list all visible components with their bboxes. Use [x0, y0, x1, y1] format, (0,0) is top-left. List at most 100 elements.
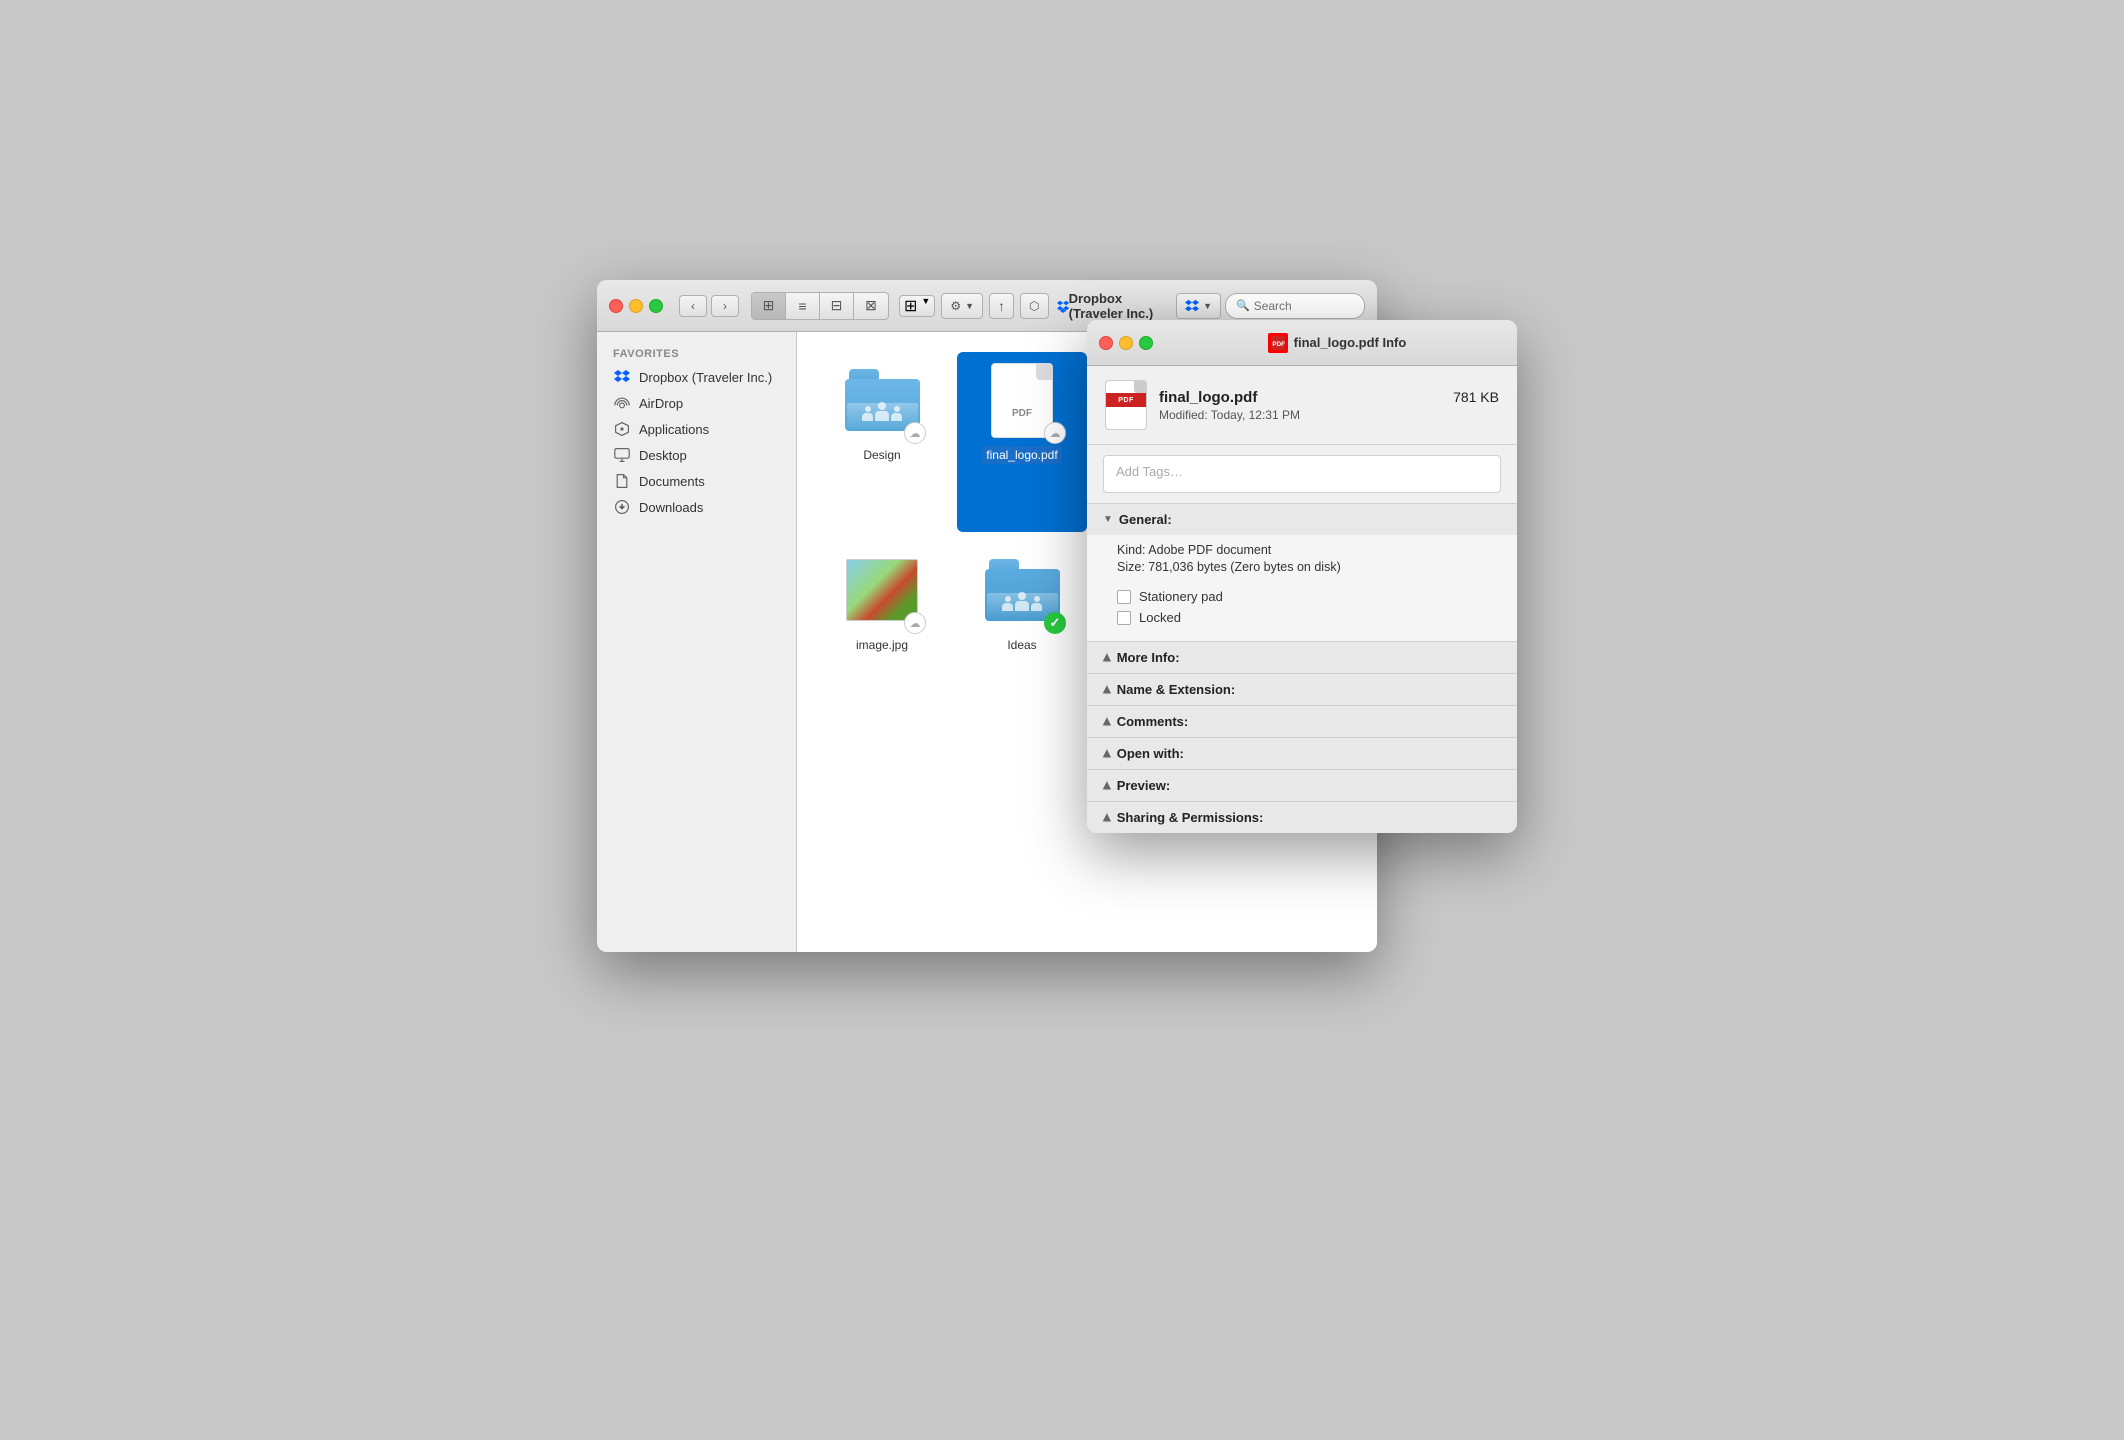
tag-icon: ⬡ [1029, 299, 1039, 313]
desktop-sidebar-icon [613, 446, 631, 464]
sidebar-downloads-label: Downloads [639, 500, 703, 515]
file-item-design[interactable]: ☁ Design [817, 352, 947, 532]
ideas-check-badge: ✓ [1044, 612, 1066, 634]
list-view-button[interactable]: ≡ [786, 293, 820, 319]
info-section-comments: ▶ Comments: [1087, 705, 1517, 737]
sharing-section-header[interactable]: ▶ Sharing & Permissions: [1087, 802, 1517, 833]
documents-sidebar-icon [613, 472, 631, 490]
icon-view-button[interactable]: ⊞ [752, 293, 786, 319]
design-folder-icon [845, 369, 920, 431]
nav-buttons: ‹ › [679, 295, 739, 317]
dropbox-icon [1185, 299, 1199, 313]
size-row: Size: 781,036 bytes (Zero bytes on disk) [1117, 560, 1501, 574]
design-cloud-badge: ☁ [904, 422, 926, 444]
search-bar[interactable]: 🔍 [1225, 293, 1365, 319]
sidebar: Favorites Dropbox (Traveler Inc.) [597, 332, 797, 952]
kind-label: Kind: [1117, 543, 1146, 557]
info-close-button[interactable] [1099, 336, 1113, 350]
sidebar-item-airdrop[interactable]: AirDrop [597, 390, 796, 416]
locked-label: Locked [1139, 610, 1181, 625]
dropbox-sidebar-icon [613, 368, 631, 386]
arrange-dropdown-icon: ▼ [921, 296, 930, 316]
dropbox-dropdown-icon: ▼ [1203, 301, 1212, 311]
airdrop-sidebar-icon [613, 394, 631, 412]
back-button[interactable]: ‹ [679, 295, 707, 317]
size-label: Size: [1117, 560, 1145, 574]
name-ext-section-header[interactable]: ▶ Name & Extension: [1087, 674, 1517, 705]
sidebar-dropbox-label: Dropbox (Traveler Inc.) [639, 370, 772, 385]
image-cloud-badge: ☁ [904, 612, 926, 634]
forward-button[interactable]: › [711, 295, 739, 317]
info-title-text: PDF final_logo.pdf Info [1169, 333, 1505, 353]
final-logo-icon-container: PDF ☁ [982, 360, 1062, 440]
close-button[interactable] [609, 299, 623, 313]
file-item-image[interactable]: ☁ image.jpg [817, 542, 947, 722]
share-icon: ↑ [998, 298, 1005, 314]
pdf-label: PDF [1012, 408, 1032, 419]
general-section-body: Kind: Adobe PDF document Size: 781,036 b… [1087, 535, 1517, 641]
share-button[interactable]: ↑ [989, 293, 1014, 319]
cover-flow-button[interactable]: ⊠ [854, 293, 888, 319]
info-filesize: 781 KB [1453, 389, 1499, 405]
back-icon: ‹ [691, 299, 695, 313]
design-label: Design [859, 446, 904, 464]
comments-label: Comments: [1117, 714, 1189, 729]
ideas-label: Ideas [1003, 636, 1040, 654]
ideas-icon-container: ✓ [982, 550, 1062, 630]
stationery-row: Stationery pad [1117, 589, 1501, 604]
design-icon-container: ☁ [842, 360, 922, 440]
list-view-icon: ≡ [798, 298, 806, 314]
file-item-ideas[interactable]: ✓ Ideas [957, 542, 1087, 722]
pdf-file-icon: PDF [991, 363, 1053, 438]
general-triangle-icon: ▼ [1103, 514, 1113, 525]
maximize-button[interactable] [649, 299, 663, 313]
dropbox-badge-button[interactable]: ▼ [1176, 293, 1221, 319]
sidebar-item-documents[interactable]: Documents [597, 468, 796, 494]
sidebar-item-desktop[interactable]: Desktop [597, 442, 796, 468]
action-button[interactable]: ⚙ ▼ [941, 293, 983, 319]
sidebar-item-dropbox[interactable]: Dropbox (Traveler Inc.) [597, 364, 796, 390]
preview-label: Preview: [1117, 778, 1170, 793]
sidebar-item-downloads[interactable]: Downloads [597, 494, 796, 520]
info-minimize-button[interactable] [1119, 336, 1133, 350]
comments-section-header[interactable]: ▶ Comments: [1087, 706, 1517, 737]
info-maximize-button[interactable] [1139, 336, 1153, 350]
locked-checkbox[interactable] [1117, 611, 1131, 625]
info-modified: Modified: Today, 12:31 PM [1159, 408, 1499, 422]
column-view-button[interactable]: ⊟ [820, 293, 854, 319]
comments-triangle-icon: ▶ [1101, 718, 1112, 726]
dropbox-title-icon [1057, 298, 1069, 314]
sidebar-documents-label: Documents [639, 474, 705, 489]
open-with-triangle-icon: ▶ [1101, 750, 1112, 758]
traffic-lights [609, 299, 663, 313]
info-section-more-info: ▶ More Info: [1087, 641, 1517, 673]
open-with-label: Open with: [1117, 746, 1184, 761]
preview-section-header[interactable]: ▶ Preview: [1087, 770, 1517, 801]
gear-icon: ⚙ [950, 299, 961, 313]
info-section-open-with: ▶ Open with: [1087, 737, 1517, 769]
name-ext-triangle-icon: ▶ [1101, 686, 1112, 694]
file-item-final-logo[interactable]: PDF ☁ final_logo.pdf [957, 352, 1087, 532]
arrange-button[interactable]: ⊞ ▼ [899, 295, 935, 317]
sharing-triangle-icon: ▶ [1101, 814, 1112, 822]
tags-field[interactable]: Add Tags… [1103, 455, 1501, 493]
general-section-header[interactable]: ▼ General: [1087, 504, 1517, 535]
sidebar-item-applications[interactable]: Applications [597, 416, 796, 442]
open-with-section-header[interactable]: ▶ Open with: [1087, 738, 1517, 769]
minimize-button[interactable] [629, 299, 643, 313]
kind-value: Adobe PDF document [1148, 543, 1271, 557]
search-input[interactable] [1254, 299, 1354, 313]
info-filename: final_logo.pdf [1159, 389, 1257, 406]
more-info-section-header[interactable]: ▶ More Info: [1087, 642, 1517, 673]
size-value: 781,036 bytes (Zero bytes on disk) [1148, 560, 1340, 574]
search-icon: 🔍 [1236, 299, 1250, 312]
tag-button[interactable]: ⬡ [1020, 293, 1048, 319]
info-pdf-icon: PDF [1105, 380, 1147, 430]
stationery-checkbox[interactable] [1117, 590, 1131, 604]
info-section-name-ext: ▶ Name & Extension: [1087, 673, 1517, 705]
svg-text:PDF: PDF [1272, 340, 1285, 347]
column-view-icon: ⊟ [831, 297, 843, 314]
kind-row: Kind: Adobe PDF document [1117, 543, 1501, 557]
stationery-label: Stationery pad [1139, 589, 1223, 604]
applications-sidebar-icon [613, 420, 631, 438]
